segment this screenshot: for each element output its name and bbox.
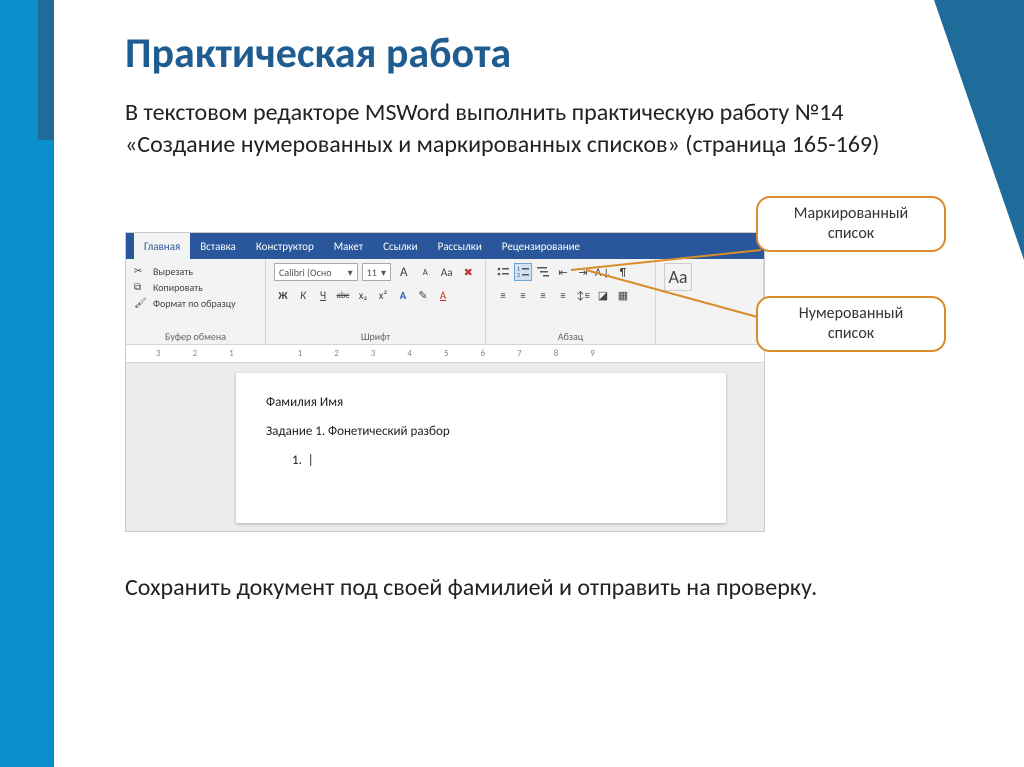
list-number: 1. <box>292 453 302 468</box>
grow-font-button[interactable]: A <box>395 263 413 281</box>
tab-mailings[interactable]: Рассылки <box>428 233 492 259</box>
brush-icon: 🖌 <box>134 296 148 310</box>
callout-pointer-1 <box>566 240 766 330</box>
paint-label: Формат по образцу <box>153 297 236 310</box>
ruler-tick: 3 <box>371 348 376 359</box>
tab-home[interactable]: Главная <box>134 233 190 259</box>
font-size-select[interactable]: 11 ▾ <box>362 263 391 281</box>
callout-numbered-text: Нумерованный список <box>799 304 903 343</box>
instruction-text: В текстовом редакторе MSWord выполнить п… <box>125 97 945 162</box>
slide-title: Практическая работа <box>125 28 945 79</box>
ruler-tick: 2 <box>334 348 339 359</box>
strike-button[interactable]: abc <box>334 286 352 304</box>
ruler-tick: 3 <box>156 348 161 359</box>
chevron-down-icon: ▾ <box>381 266 386 279</box>
clipboard-label: Буфер обмена <box>126 330 265 343</box>
page-area: Фамилия Имя Задание 1. Фонетический разб… <box>126 363 764 531</box>
tab-design[interactable]: Конструктор <box>246 233 324 259</box>
copy-icon: ⧉ <box>134 280 148 294</box>
multilevel-button[interactable] <box>534 263 552 281</box>
bullet-list-icon <box>496 265 510 279</box>
change-case-button[interactable]: Aa <box>438 263 456 281</box>
left-accent-bottom <box>38 140 54 767</box>
group-clipboard: ✂ Вырезать ⧉ Копировать 🖌 Формат по образцу… <box>126 259 266 344</box>
ruler-tick: 7 <box>517 348 522 359</box>
align-right-button[interactable]: ≡ <box>534 286 552 304</box>
ruler: 3 2 1 1 2 3 4 5 6 7 8 9 <box>126 345 764 363</box>
document-page[interactable]: Фамилия Имя Задание 1. Фонетический разб… <box>236 373 726 523</box>
tab-references[interactable]: Ссылки <box>373 233 428 259</box>
copy-button[interactable]: ⧉ Копировать <box>134 280 257 294</box>
footer-text: Сохранить документ под своей фамилией и … <box>125 572 945 604</box>
subscript-button[interactable]: x₂ <box>354 286 372 304</box>
chevron-down-icon: ▾ <box>348 266 353 279</box>
callout-bulleted: Маркированный список <box>756 196 946 252</box>
font-size-value: 11 <box>367 266 377 279</box>
left-bar <box>0 0 38 767</box>
superscript-button[interactable]: x² <box>374 286 392 304</box>
doc-line-task: Задание 1. Фонетический разбор <box>266 424 696 439</box>
doc-numbered-item: 1. | <box>292 453 696 468</box>
ruler-tick: 2 <box>193 348 198 359</box>
number-list-icon: 12 <box>516 265 530 279</box>
doc-line-name: Фамилия Имя <box>266 395 696 410</box>
ruler-tick: 1 <box>229 348 234 359</box>
align-center-button[interactable]: ≡ <box>514 286 532 304</box>
content-area: Практическая работа В текстовом редактор… <box>125 28 945 162</box>
callout-bulleted-text: Маркированный список <box>794 204 908 243</box>
corner-wedge <box>934 0 1024 260</box>
ruler-tick: 9 <box>590 348 595 359</box>
ruler-tick: 5 <box>444 348 449 359</box>
clear-format-button[interactable]: ✖ <box>460 263 478 281</box>
font-group-label: Шрифт <box>266 330 485 343</box>
text-cursor-icon: | <box>308 453 314 468</box>
numbering-button[interactable]: 12 <box>514 263 532 281</box>
font-name-value: Calibri (Осно <box>279 266 332 279</box>
copy-label: Копировать <box>153 281 203 294</box>
ruler-tick: 4 <box>407 348 412 359</box>
group-font: Calibri (Осно ▾ 11 ▾ A A Aa ✖ Ж К Ч abc x₂… <box>266 259 486 344</box>
cut-button[interactable]: ✂ Вырезать <box>134 264 257 278</box>
font-color-button[interactable]: A <box>434 286 452 304</box>
left-accent-top <box>38 0 54 140</box>
slide: Практическая работа В текстовом редактор… <box>0 0 1024 767</box>
tab-layout[interactable]: Макет <box>324 233 373 259</box>
align-left-button[interactable]: ≡ <box>494 286 512 304</box>
tab-insert[interactable]: Вставка <box>190 233 246 259</box>
shrink-font-button[interactable]: A <box>417 263 435 281</box>
bold-button[interactable]: Ж <box>274 286 292 304</box>
ruler-tick: 1 <box>298 348 303 359</box>
scissors-icon: ✂ <box>134 264 148 278</box>
highlight-button[interactable]: ✎ <box>414 286 432 304</box>
font-name-select[interactable]: Calibri (Осно ▾ <box>274 263 358 281</box>
format-painter-button[interactable]: 🖌 Формат по образцу <box>134 296 257 310</box>
ruler-tick: 8 <box>554 348 559 359</box>
italic-button[interactable]: К <box>294 286 312 304</box>
svg-text:2: 2 <box>517 271 520 279</box>
ruler-tick: 6 <box>481 348 486 359</box>
cut-label: Вырезать <box>153 265 193 278</box>
underline-button[interactable]: Ч <box>314 286 332 304</box>
para-group-label: Абзац <box>486 330 655 343</box>
text-effects-button[interactable]: A <box>394 286 412 304</box>
bullets-button[interactable] <box>494 263 512 281</box>
callout-numbered: Нумерованный список <box>756 296 946 352</box>
multilevel-list-icon <box>536 265 550 279</box>
